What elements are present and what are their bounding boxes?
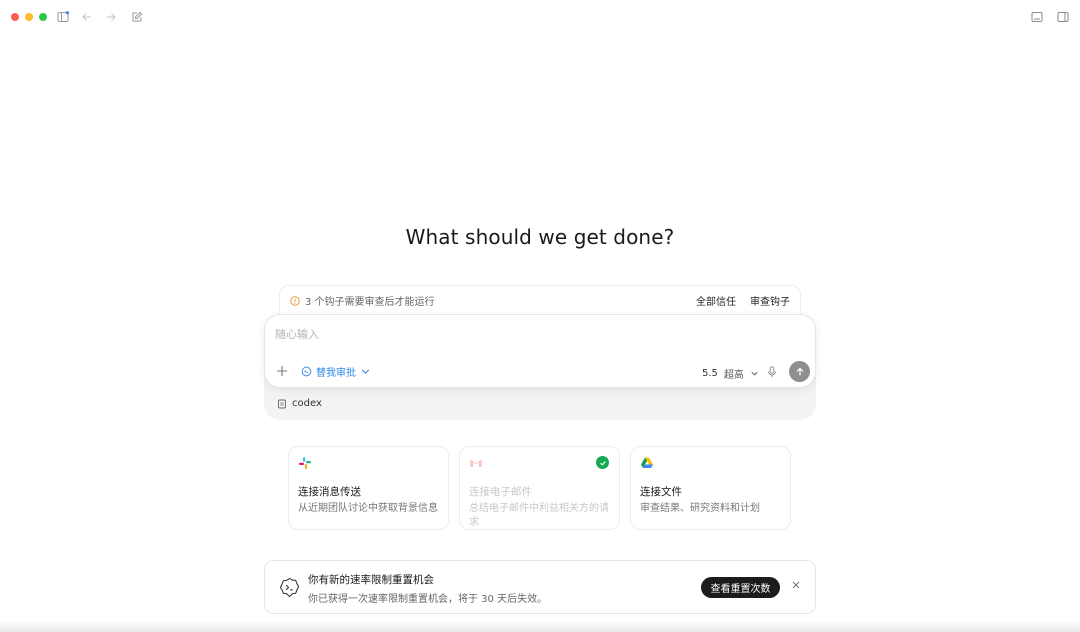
document-icon — [278, 399, 286, 408]
close-window-button[interactable] — [11, 13, 19, 21]
view-resets-button[interactable]: 查看重置次数 — [701, 577, 780, 598]
approval-mode-dropdown[interactable]: 替我审批 — [301, 364, 371, 379]
chevron-down-icon — [361, 369, 370, 374]
card-description: 从近期团队讨论中获取背景信息 — [298, 503, 438, 514]
slack-icon — [299, 457, 311, 469]
project-selector[interactable]: codex — [277, 398, 322, 409]
app-window: What should we get done? 3 个钩子需要审查后才能运行 … — [0, 0, 1080, 632]
project-name: codex — [292, 398, 322, 409]
connected-check-icon — [596, 456, 609, 469]
trust-all-button[interactable]: 全部信任 — [696, 293, 736, 308]
window-controls — [11, 13, 47, 21]
microphone-icon[interactable] — [767, 366, 777, 378]
card-title: 连接文件 — [640, 486, 682, 498]
card-description: 审查结果、研究资料和计划 — [640, 503, 760, 514]
close-icon[interactable] — [791, 580, 801, 590]
card-title: 连接电子邮件 — [469, 486, 532, 498]
arrow-up-icon — [796, 367, 803, 375]
composer-container: 随心输入 替我审批 5.5 超高 codex — [264, 314, 816, 420]
hooks-review-banner: 3 个钩子需要审查后才能运行 全部信任 审查钩子 — [279, 285, 801, 315]
page-title: What should we get done? — [405, 225, 675, 249]
forward-arrow-icon[interactable] — [104, 10, 118, 24]
card-description: 总结电子邮件中利益相关方的请求 — [469, 503, 609, 528]
connect-email-card[interactable]: 连接电子邮件 总结电子邮件中利益相关方的请求 — [459, 446, 620, 530]
connect-messaging-card[interactable]: 连接消息传送 从近期团队讨论中获取背景信息 — [288, 446, 449, 530]
connect-files-card[interactable]: 连接文件 审查结果、研究资料和计划 — [630, 446, 791, 530]
minimize-window-button[interactable] — [25, 13, 33, 21]
send-button[interactable] — [789, 361, 810, 382]
card-title: 连接消息传送 — [298, 486, 361, 498]
approval-mode-label: 替我审批 — [316, 368, 356, 379]
rate-limit-title: 你有新的速率限制重置机会 — [308, 574, 434, 586]
rate-limit-description: 你已获得一次速率限制重置机会，将于 30 天后失效。 — [308, 594, 548, 605]
model-version: 5.5 — [702, 368, 718, 379]
codex-terminal-icon — [279, 577, 300, 598]
rate-limit-banner: 你有新的速率限制重置机会 你已获得一次速率限制重置机会，将于 30 天后失效。 … — [264, 560, 816, 614]
new-chat-icon[interactable] — [130, 10, 144, 24]
sidebar-toggle-icon[interactable] — [56, 10, 70, 24]
chevron-down-icon — [751, 371, 758, 376]
model-selector[interactable]: 5.5 超高 — [702, 366, 759, 381]
prompt-input[interactable]: 随心输入 — [275, 326, 319, 342]
terminal-panel-icon[interactable] — [1030, 10, 1044, 24]
gmail-icon — [470, 459, 482, 467]
hooks-message: 3 个钩子需要审查后才能运行 — [305, 297, 435, 308]
warning-icon — [290, 295, 300, 306]
reasoning-effort: 超高 — [723, 370, 744, 381]
drive-icon — [641, 457, 653, 468]
back-arrow-icon[interactable] — [80, 10, 94, 24]
bottom-fade — [0, 620, 1080, 632]
right-panel-icon[interactable] — [1056, 10, 1070, 24]
approval-icon — [301, 366, 312, 377]
review-hooks-button[interactable]: 审查钩子 — [750, 293, 790, 308]
composer[interactable]: 随心输入 替我审批 5.5 超高 — [264, 314, 816, 388]
zoom-window-button[interactable] — [39, 13, 47, 21]
add-attachment-icon[interactable] — [276, 365, 288, 377]
